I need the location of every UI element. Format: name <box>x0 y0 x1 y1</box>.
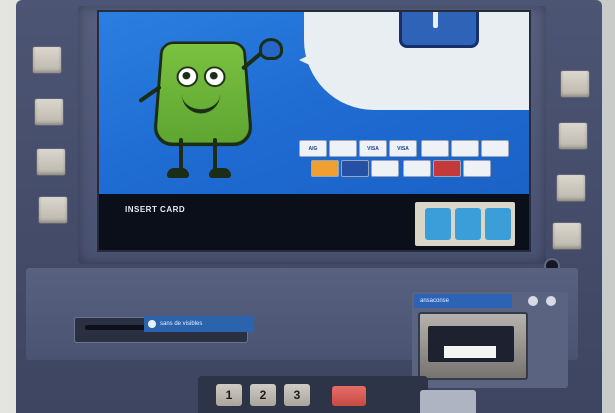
instruction-tile-1 <box>425 208 451 240</box>
key-2[interactable]: 2 <box>250 384 276 406</box>
card-logo-5 <box>421 140 449 157</box>
right-function-button-1[interactable] <box>560 70 590 98</box>
card-logo-10 <box>371 160 399 177</box>
mascot-right-eye <box>204 66 226 87</box>
insert-card-text: INSERT CARD <box>125 205 185 214</box>
card-illustration-icon <box>399 10 479 48</box>
pin-keypad: 1 2 3 <box>198 376 428 413</box>
accepted-cards-panel: AIG VISA VISA <box>291 136 521 194</box>
left-function-button-3[interactable] <box>36 148 66 176</box>
right-function-button-4[interactable] <box>552 222 582 250</box>
slot-sticker-text: sans de visibles <box>160 321 202 327</box>
card-logo-2 <box>329 140 357 157</box>
mascot-left-foot <box>167 168 189 178</box>
left-function-button-4[interactable] <box>38 196 68 224</box>
right-function-button-3[interactable] <box>556 174 586 202</box>
speech-bubble-tail <box>299 42 337 78</box>
instruction-tile-2 <box>455 208 481 240</box>
arrow-icon <box>148 320 156 328</box>
instruction-tiles <box>415 202 515 246</box>
card-reader-label: ansaconse <box>414 294 512 308</box>
right-function-button-2[interactable] <box>558 122 588 150</box>
slot-sticker: sans de visibles <box>144 316 254 332</box>
mascot-left-eye <box>176 66 198 87</box>
card-logo-9 <box>341 160 369 177</box>
card-logo-12 <box>433 160 461 177</box>
mascot-left-leg <box>179 138 183 172</box>
cancel-key[interactable] <box>332 386 366 406</box>
mascot-mouth <box>181 93 221 114</box>
left-function-button-2[interactable] <box>34 98 64 126</box>
card-logo-mastercard <box>311 160 339 177</box>
card-logo-visa-2: VISA <box>389 140 417 157</box>
key-1[interactable]: 1 <box>216 384 242 406</box>
left-function-button-1[interactable] <box>32 46 62 74</box>
card-logo-aig: AIG <box>299 140 327 157</box>
card-logo-13 <box>463 160 491 177</box>
key-3[interactable]: 3 <box>284 384 310 406</box>
mascot-waving-hand-icon <box>259 38 283 60</box>
mascot-character <box>152 42 253 147</box>
cash-dispenser <box>420 390 476 413</box>
card-logo-11 <box>403 160 431 177</box>
card-slot-line-icon <box>433 10 438 28</box>
card-logo-6 <box>451 140 479 157</box>
inserted-card <box>444 346 496 358</box>
card-logo-7 <box>481 140 509 157</box>
mascot-right-leg <box>213 138 217 172</box>
info-icon <box>528 296 538 306</box>
mascot-right-foot <box>209 168 231 178</box>
card-icon <box>546 296 556 306</box>
card-logo-visa-1: VISA <box>359 140 387 157</box>
atm-screen: AIG VISA VISA INSERT CARD <box>97 10 531 252</box>
instruction-tile-3 <box>485 208 511 240</box>
